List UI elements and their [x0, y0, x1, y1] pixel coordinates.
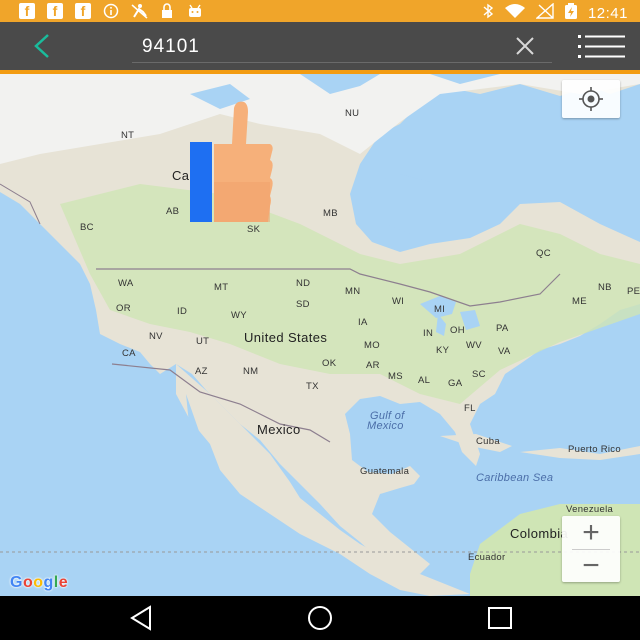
facebook-icon: f: [18, 3, 36, 19]
map-label-ca: CA: [122, 348, 136, 359]
facebook-icon: f: [74, 3, 92, 19]
map-label-va: VA: [498, 346, 511, 357]
navigation-bar: [0, 596, 640, 640]
status-bar: f f f 12:41: [0, 0, 640, 22]
map-label-nt: NT: [121, 130, 135, 141]
map-label-mo: MO: [364, 340, 380, 351]
map-label-ky: KY: [436, 345, 450, 356]
map-label-ar: AR: [366, 360, 380, 371]
map-label-venezuela: Venezuela: [566, 504, 614, 515]
map-label-gulf-mexico: Mexico: [367, 420, 404, 432]
map-label-wy: WY: [231, 310, 247, 321]
nav-back-button[interactable]: [126, 604, 158, 632]
list-menu-icon: [578, 35, 625, 58]
map-label-mt: MT: [214, 282, 229, 293]
bluetooth-icon: [482, 3, 494, 23]
map-label-nd: ND: [296, 278, 311, 289]
map-label-in: IN: [423, 328, 434, 339]
map-label-wi: WI: [392, 296, 405, 307]
map-label-mn: MN: [345, 286, 361, 297]
map-label-ecuador: Ecuador: [468, 552, 506, 563]
map-label-ab: AB: [166, 206, 180, 217]
search-box: [132, 30, 552, 63]
android-icon: [186, 3, 204, 19]
thumbs-up-icon: [190, 101, 273, 222]
back-button[interactable]: [28, 32, 60, 60]
map-label-ms: MS: [388, 371, 403, 382]
signal-icon: [535, 2, 554, 23]
map-label-qc: QC: [536, 248, 551, 259]
map-label-pa: PA: [496, 323, 509, 334]
map-label-nm: NM: [243, 366, 259, 377]
google-logo: Google: [10, 574, 69, 591]
square-recents-icon: [488, 607, 512, 629]
menu-button[interactable]: [578, 34, 626, 60]
clear-search-button[interactable]: [514, 35, 536, 57]
map-label-id: ID: [177, 306, 188, 317]
status-notification-icons: f f f: [18, 3, 204, 19]
zoom-controls: + −: [562, 516, 620, 582]
map-label-mb: MB: [323, 208, 338, 219]
no-signal-person-icon: [130, 3, 148, 19]
map-label-cuba: Cuba: [476, 436, 500, 447]
map-label-mi: MI: [434, 304, 446, 315]
map-label-ia: IA: [358, 317, 368, 328]
map-label-wa: WA: [118, 278, 134, 289]
map-label-ut: UT: [196, 336, 210, 347]
map-label-bc: BC: [80, 222, 94, 233]
status-system-icons: 12:41: [482, 2, 628, 24]
map-label-az: AZ: [195, 366, 208, 377]
nav-home-button[interactable]: [304, 604, 336, 632]
status-time: 12:41: [587, 4, 628, 22]
map-label-wv: WV: [466, 340, 482, 351]
map-label-united-states: United States: [244, 330, 328, 345]
map-label-al: AL: [418, 375, 431, 386]
map-label-guatemala: Guatemala: [360, 466, 410, 477]
nav-recents-button[interactable]: [484, 604, 516, 632]
map-label-tx: TX: [306, 381, 319, 392]
map-view[interactable]: NT NU Ca AB BC SK MB QC NB PE ME WA OR I…: [0, 74, 640, 596]
close-icon: [516, 37, 534, 55]
map-label-or: OR: [116, 303, 131, 314]
info-icon: [102, 3, 120, 19]
map-label-canada-partial: Ca: [172, 168, 190, 183]
map-label-nb: NB: [598, 282, 612, 293]
back-arrow-icon: [34, 34, 49, 58]
crosshair-icon: [579, 87, 603, 111]
lock-icon: [158, 3, 176, 19]
facebook-icon: f: [46, 3, 64, 19]
map-label-mexico: Mexico: [257, 422, 301, 437]
map-label-nu: NU: [345, 108, 360, 119]
map-label-puerto-rico: Puerto Rico: [568, 444, 621, 455]
top-app-bar: [0, 22, 640, 70]
wifi-icon: [504, 3, 526, 23]
my-location-button[interactable]: [562, 80, 620, 118]
map-label-sc: SC: [472, 369, 486, 380]
map-label-ga: GA: [448, 378, 463, 389]
map-label-nv: NV: [149, 331, 163, 342]
map-label-sd: SD: [296, 299, 310, 310]
map-label-me: ME: [572, 296, 587, 307]
triangle-back-icon: [130, 605, 151, 631]
search-input[interactable]: [140, 32, 484, 62]
map-label-pe: PE: [627, 286, 640, 297]
zoom-out-button[interactable]: −: [562, 549, 620, 582]
map-label-oh: OH: [450, 325, 465, 336]
map-label-colombia: Colombia: [510, 526, 569, 541]
map-label-caribbean-sea: Caribbean Sea: [476, 472, 554, 484]
battery-charging-icon: [564, 2, 578, 24]
zoom-in-button[interactable]: +: [562, 516, 620, 549]
map-label-fl: FL: [464, 403, 476, 414]
circle-home-icon: [308, 606, 332, 630]
map-label-ok: OK: [322, 358, 337, 369]
